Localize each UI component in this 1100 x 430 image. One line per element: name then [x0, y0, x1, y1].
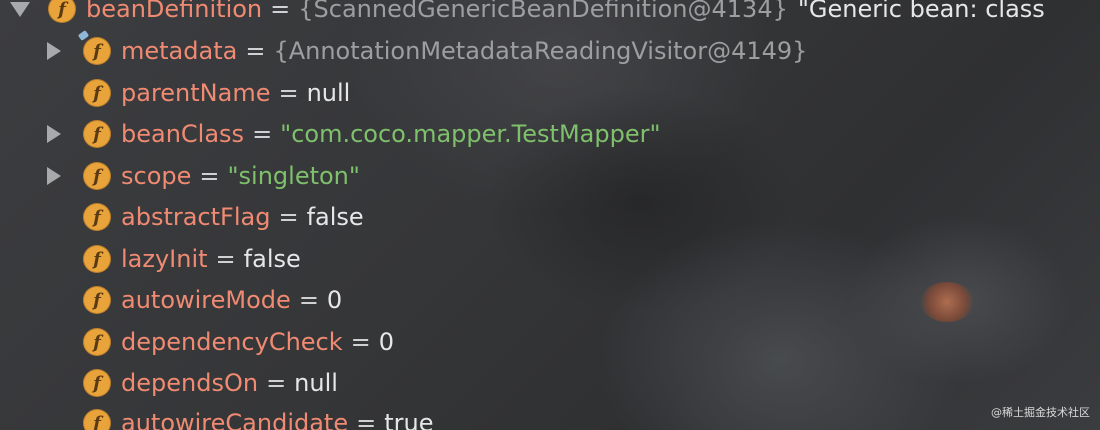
field-value: 0 [326, 286, 343, 314]
field-icon: f [83, 162, 111, 190]
field-value: {AnnotationMetadataReadingVisitor@4149} [273, 37, 808, 65]
equals-sign: = [252, 120, 273, 148]
field-icon: f [83, 369, 111, 397]
tree-node-parentName[interactable]: f parentName = null [47, 72, 350, 114]
field-value: false [306, 203, 364, 231]
field-value: null [294, 369, 338, 397]
field-name: parentName [121, 79, 271, 107]
expand-arrow-icon[interactable] [47, 167, 61, 185]
field-icon: f [83, 203, 111, 231]
field-name: autowireCandidate [121, 409, 349, 430]
field-icon: f [83, 286, 111, 314]
field-icon: f [83, 328, 111, 356]
field-icon: f [83, 245, 111, 273]
field-name: beanClass [121, 120, 245, 148]
field-value: {ScannedGenericBeanDefinition@4134} [298, 0, 788, 23]
field-icon: f [83, 409, 111, 430]
expand-arrow-icon[interactable] [47, 42, 61, 60]
field-name: abstractFlag [121, 203, 271, 231]
equals-sign: = [278, 203, 299, 231]
expand-arrow-icon[interactable] [47, 125, 61, 143]
watermark: @稀土掘金技术社区 [991, 406, 1090, 419]
equals-sign: = [356, 409, 377, 430]
tree-node-root[interactable]: f beanDefinition = {ScannedGenericBeanDe… [10, 0, 1045, 30]
field-value: null [306, 79, 351, 107]
field-value: false [243, 245, 301, 273]
tree-node-abstractFlag[interactable]: f abstractFlag = false [47, 196, 364, 238]
field-name: metadata [121, 37, 238, 65]
field-name: beanDefinition [86, 0, 263, 23]
tree-node-dependencyCheck[interactable]: f dependencyCheck = 0 [47, 321, 394, 363]
field-name: autowireMode [121, 286, 291, 314]
field-icon: f [48, 0, 76, 23]
tree-node-lazyInit[interactable]: f lazyInit = false [47, 238, 301, 280]
field-value: "singleton" [227, 162, 360, 190]
tree-node-scope[interactable]: f scope = "singleton" [47, 155, 360, 197]
field-value: true [384, 409, 434, 430]
debugger-variables-tree: f beanDefinition = {ScannedGenericBeanDe… [0, 0, 1100, 430]
equals-sign: = [266, 369, 287, 397]
field-value: 0 [378, 328, 395, 356]
field-icon: f [83, 79, 111, 107]
equals-sign: = [215, 245, 236, 273]
watch-badge-icon [77, 30, 90, 41]
field-name: dependsOn [121, 369, 259, 397]
tree-node-dependsOn[interactable]: f dependsOn = null [47, 362, 338, 404]
equals-sign: = [245, 37, 266, 65]
equals-sign: = [270, 0, 291, 23]
equals-sign: = [278, 79, 299, 107]
tree-node-autowireMode[interactable]: f autowireMode = 0 [47, 279, 342, 321]
field-icon: f [83, 120, 111, 148]
tree-node-metadata[interactable]: f metadata = {AnnotationMetadataReadingV… [47, 30, 807, 72]
equals-sign: = [350, 328, 371, 356]
tree-node-autowireCandidate[interactable]: f autowireCandidate = true [47, 402, 433, 430]
field-name: scope [121, 162, 192, 190]
field-name: dependencyCheck [121, 328, 343, 356]
field-value: "com.coco.mapper.TestMapper" [280, 120, 661, 148]
field-name: lazyInit [121, 245, 208, 273]
field-icon: f [77, 30, 111, 65]
tree-node-beanClass[interactable]: f beanClass = "com.coco.mapper.TestMappe… [47, 113, 661, 155]
field-description: "Generic bean: class [797, 0, 1045, 23]
equals-sign: = [298, 286, 319, 314]
equals-sign: = [199, 162, 220, 190]
collapse-arrow-icon[interactable] [10, 1, 30, 17]
